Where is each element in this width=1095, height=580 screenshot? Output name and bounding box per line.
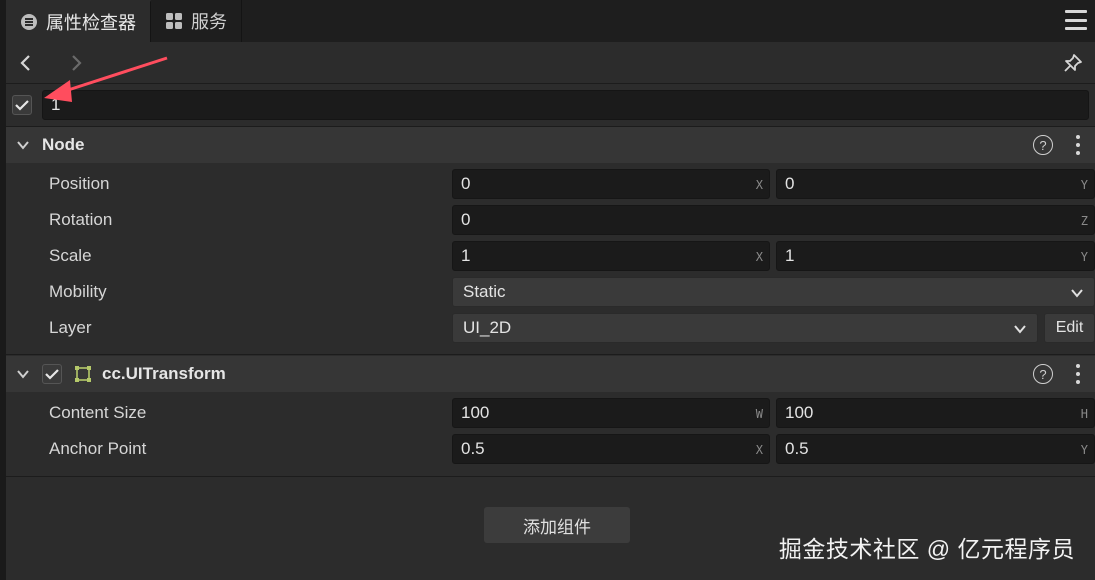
node-active-checkbox[interactable]	[12, 95, 32, 115]
position-label: Position	[49, 174, 110, 193]
anchor-point-label: Anchor Point	[49, 439, 147, 458]
scale-x-value: 1	[461, 246, 471, 265]
y-unit-label: Y	[1080, 178, 1088, 192]
section-divider	[6, 354, 1095, 355]
x-unit-label: X	[755, 178, 763, 192]
x-unit-label: X	[755, 443, 763, 457]
chevron-down-icon[interactable]	[16, 367, 30, 381]
uitransform-section-title: cc.UITransform	[102, 364, 226, 383]
position-y-field[interactable]: 0 Y	[776, 169, 1095, 199]
rotation-label: Rotation	[49, 210, 113, 229]
layer-value: UI_2D	[463, 318, 512, 337]
scale-y-value: 1	[785, 246, 795, 265]
z-unit-label: Z	[1080, 214, 1088, 228]
inspector-icon	[20, 13, 38, 31]
layer-select[interactable]: UI_2D	[452, 313, 1038, 343]
content-size-height-value: 100	[785, 403, 814, 422]
position-x-value: 0	[461, 174, 471, 193]
inspector-panel: 属性检查器 服务 1 Node ? Position 0 X 0 Y Rotat…	[0, 0, 1095, 580]
more-options-icon[interactable]	[1075, 364, 1081, 384]
rotation-z-value: 0	[461, 210, 471, 229]
node-name-input[interactable]: 1	[42, 90, 1089, 120]
uitransform-component-icon	[74, 365, 92, 383]
node-section-title: Node	[42, 135, 85, 154]
node-name-row: 1	[6, 85, 1095, 127]
uitransform-section-header[interactable]: cc.UITransform ?	[6, 356, 1095, 392]
scale-x-field[interactable]: 1 X	[452, 241, 770, 271]
history-nav-bar	[6, 42, 1095, 84]
scale-label: Scale	[49, 246, 92, 265]
content-size-height-field[interactable]: 100 H	[776, 398, 1095, 428]
tab-services[interactable]: 服务	[151, 0, 242, 42]
pin-icon[interactable]	[1061, 51, 1085, 75]
anchor-point-y-field[interactable]: 0.5 Y	[776, 434, 1095, 464]
node-section-header[interactable]: Node ?	[6, 127, 1095, 163]
section-divider	[6, 476, 1095, 477]
position-y-value: 0	[785, 174, 795, 193]
watermark-text: 掘金技术社区 @ 亿元程序员	[778, 536, 1075, 562]
anchor-point-x-value: 0.5	[461, 439, 485, 458]
content-size-width-field[interactable]: 100 W	[452, 398, 770, 428]
hamburger-menu-icon[interactable]	[1065, 10, 1087, 30]
tab-inspector-label: 属性检查器	[46, 13, 136, 33]
content-size-width-value: 100	[461, 403, 490, 422]
back-arrow-icon[interactable]	[14, 51, 38, 75]
rotation-z-field[interactable]: 0 Z	[452, 205, 1095, 235]
tab-bar: 属性检查器 服务	[6, 0, 1095, 42]
y-unit-label: Y	[1080, 250, 1088, 264]
mobility-label: Mobility	[49, 282, 107, 301]
more-options-icon[interactable]	[1075, 135, 1081, 155]
mobility-value: Static	[463, 282, 506, 301]
mobility-select[interactable]: Static	[452, 277, 1095, 307]
position-x-field[interactable]: 0 X	[452, 169, 770, 199]
layer-edit-button[interactable]: Edit	[1044, 313, 1095, 343]
help-icon[interactable]: ?	[1033, 364, 1053, 384]
chevron-down-icon	[1014, 325, 1026, 334]
chevron-down-icon[interactable]	[16, 138, 30, 152]
anchor-point-x-field[interactable]: 0.5 X	[452, 434, 770, 464]
tab-services-label: 服务	[191, 12, 227, 32]
h-unit-label: H	[1080, 407, 1088, 421]
content-size-label: Content Size	[49, 403, 147, 422]
uitransform-enabled-checkbox[interactable]	[42, 364, 62, 384]
w-unit-label: W	[755, 407, 763, 421]
chevron-down-icon	[1071, 289, 1083, 298]
y-unit-label: Y	[1080, 443, 1088, 457]
x-unit-label: X	[755, 250, 763, 264]
forward-arrow-icon[interactable]	[64, 51, 88, 75]
layer-label: Layer	[49, 318, 92, 337]
grid-icon	[165, 12, 183, 30]
anchor-point-y-value: 0.5	[785, 439, 809, 458]
help-icon[interactable]: ?	[1033, 135, 1053, 155]
scale-y-field[interactable]: 1 Y	[776, 241, 1095, 271]
add-component-button[interactable]: 添加组件	[484, 507, 630, 543]
tab-inspector[interactable]: 属性检查器	[6, 0, 151, 42]
